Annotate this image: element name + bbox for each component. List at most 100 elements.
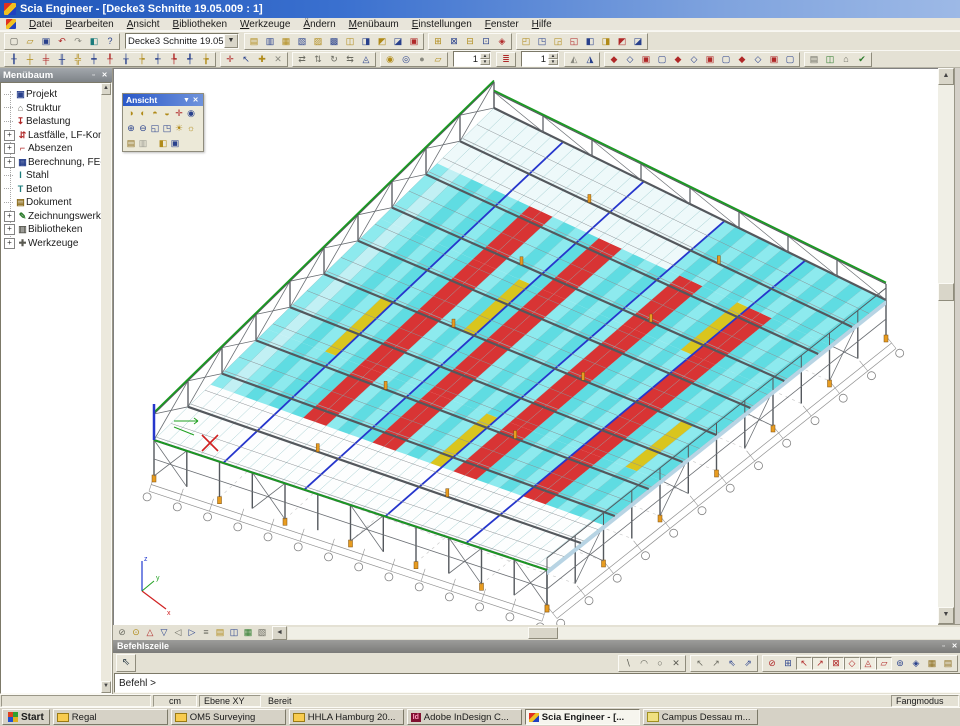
member-tool-11-icon[interactable]: ╄ bbox=[166, 53, 182, 66]
member-tool-12-icon[interactable]: ╃ bbox=[182, 53, 198, 66]
expand-icon[interactable]: + bbox=[4, 143, 15, 154]
document-icon[interactable]: ◪ bbox=[390, 35, 406, 48]
section-clip-2-icon[interactable]: ⊙ bbox=[129, 626, 143, 639]
table-editor-icon[interactable]: ◫ bbox=[342, 35, 358, 48]
pin-icon[interactable]: ▫ bbox=[939, 642, 948, 651]
zoom-in-icon[interactable]: ⊕ bbox=[125, 122, 137, 135]
zoom-selection-icon[interactable]: ◭ bbox=[566, 53, 582, 66]
menu-item-werkzeuge[interactable]: Werkzeuge bbox=[240, 19, 290, 30]
sidebar-item-beton[interactable]: TBeton bbox=[4, 183, 101, 197]
select-prev-icon[interactable]: ⇗ bbox=[740, 657, 756, 670]
sidebar-item-absenzen[interactable]: +⌐Absenzen bbox=[4, 142, 101, 156]
result-display-4-icon[interactable]: ▢ bbox=[654, 53, 670, 66]
activities-icon[interactable]: ▨ bbox=[310, 35, 326, 48]
view-dy-icon[interactable]: ◫ bbox=[227, 626, 241, 639]
report-icon[interactable]: ▣ bbox=[406, 35, 422, 48]
snap-grid-icon[interactable]: ⊞ bbox=[780, 657, 796, 670]
clipping-box-icon[interactable]: ◮ bbox=[582, 53, 598, 66]
axis-view-icon[interactable]: ✛ bbox=[173, 107, 185, 120]
close-icon[interactable]: ✕ bbox=[100, 71, 109, 80]
help-icon[interactable]: ? bbox=[102, 35, 118, 48]
spin-down-icon[interactable]: ▼ bbox=[480, 59, 490, 65]
layers-icon[interactable]: ▧ bbox=[294, 35, 310, 48]
sidebar-item-projekt[interactable]: ▣Projekt bbox=[4, 88, 101, 102]
redo-icon[interactable]: ↷ bbox=[70, 35, 86, 48]
sidebar-item-lastfaelle[interactable]: +⇵Lastfälle, LF-Kombinatior bbox=[4, 129, 101, 143]
expand-icon[interactable]: + bbox=[4, 224, 15, 235]
circle-tool-icon[interactable]: ○ bbox=[652, 657, 668, 670]
spline-tool-icon[interactable]: ◠ bbox=[636, 657, 652, 670]
sidebar-header[interactable]: Menübaum ▫ ✕ bbox=[0, 68, 112, 82]
command-header[interactable]: Befehlszeile ▫ ✕ bbox=[113, 640, 960, 653]
view-preset-8-icon[interactable]: ◪ bbox=[630, 35, 646, 48]
palette-header[interactable]: Ansicht ▼ ✕ bbox=[123, 94, 203, 106]
taskbar-task-regal[interactable]: Regal bbox=[53, 709, 168, 725]
sidebar-item-zeichnungswerkzeuge[interactable]: +✎Zeichnungswerkzeuge bbox=[4, 210, 101, 224]
result-display-3-icon[interactable]: ▣ bbox=[638, 53, 654, 66]
new-document-icon[interactable]: ▢ bbox=[6, 35, 22, 48]
copy-icon[interactable]: ⇅ bbox=[310, 53, 326, 66]
send-back-icon[interactable]: ◎ bbox=[398, 53, 414, 66]
member-tool-10-icon[interactable]: ┽ bbox=[150, 53, 166, 66]
project-settings-icon[interactable]: ▤ bbox=[246, 35, 262, 48]
dot-grid-icon[interactable]: ▦ bbox=[924, 657, 940, 670]
vscroll-track[interactable] bbox=[938, 85, 954, 607]
rotate-icon[interactable]: ↻ bbox=[326, 53, 342, 66]
layer-left-icon[interactable]: ◁ bbox=[171, 626, 185, 639]
line-tool-icon[interactable]: ∖ bbox=[620, 657, 636, 670]
scroll-left-icon[interactable]: ◄ bbox=[272, 626, 287, 640]
sidebar-item-berechnung[interactable]: +▦Berechnung, FE-Netz bbox=[4, 156, 101, 170]
member-tool-1-icon[interactable]: ╂ bbox=[6, 53, 22, 66]
status-snap-mode[interactable]: Fangmodus bbox=[891, 695, 959, 707]
rotate-left-icon[interactable]: ◐ bbox=[137, 107, 149, 120]
scale-factor-stepper[interactable]: 1▲▼ bbox=[453, 51, 491, 67]
bim-toolbox-icon[interactable]: ▩ bbox=[326, 35, 342, 48]
select-poly-icon[interactable]: ⇖ bbox=[724, 657, 740, 670]
taskbar-task-om5-surveying[interactable]: OM5 Surveying bbox=[171, 709, 286, 725]
chevron-down-icon[interactable]: ▼ bbox=[182, 95, 191, 106]
result-display-8-icon[interactable]: ▢ bbox=[718, 53, 734, 66]
image-gallery-icon[interactable]: ◨ bbox=[358, 35, 374, 48]
results-icon[interactable]: ◈ bbox=[494, 35, 510, 48]
result-display-10-icon[interactable]: ◇ bbox=[750, 53, 766, 66]
ansicht-palette[interactable]: Ansicht ▼ ✕ ◑◐◓◒✛◉⊕⊖◱◳☀☼▤▥◧▣ bbox=[122, 93, 204, 152]
taskbar-task-adobe-indesign[interactable]: IdAdobe InDesign C... bbox=[407, 709, 522, 725]
expand-icon[interactable]: + bbox=[4, 211, 15, 222]
solver-icon[interactable]: ⊟ bbox=[462, 35, 478, 48]
snap-endpoint-icon[interactable]: ↖ bbox=[796, 657, 812, 670]
member-tool-8-icon[interactable]: ╁ bbox=[118, 53, 134, 66]
member-tool-7-icon[interactable]: ╀ bbox=[102, 53, 118, 66]
member-tool-6-icon[interactable]: ┿ bbox=[86, 53, 102, 66]
stretch-icon[interactable]: ◬ bbox=[358, 53, 374, 66]
menu-item-datei[interactable]: Datei bbox=[29, 19, 52, 30]
layers-all-icon[interactable]: ≡ bbox=[199, 626, 213, 639]
vscroll-thumb[interactable] bbox=[938, 283, 954, 301]
menu-item-menbaum[interactable]: Menübaum bbox=[349, 19, 399, 30]
command-input[interactable]: Befehl > bbox=[114, 673, 960, 693]
result-display-6-icon[interactable]: ◇ bbox=[686, 53, 702, 66]
new-window-icon[interactable]: ◧ bbox=[86, 35, 102, 48]
expand-icon[interactable]: + bbox=[4, 130, 15, 141]
folder-view-icon[interactable]: ▱ bbox=[430, 53, 446, 66]
view-preset-6-icon[interactable]: ◨ bbox=[598, 35, 614, 48]
member-tool-9-icon[interactable]: ┾ bbox=[134, 53, 150, 66]
result-display-5-icon[interactable]: ◆ bbox=[670, 53, 686, 66]
snap-intersection-icon[interactable]: ⊠ bbox=[828, 657, 844, 670]
result-display-7-icon[interactable]: ▣ bbox=[702, 53, 718, 66]
grid-settings-icon[interactable]: ◈ bbox=[908, 657, 924, 670]
picture-gallery-icon[interactable]: ◫ bbox=[822, 53, 838, 66]
sidebar-item-dokument[interactable]: ▤Dokument bbox=[4, 196, 101, 210]
catalog-icon[interactable]: ▦ bbox=[278, 35, 294, 48]
print-picture-icon[interactable]: ▤ bbox=[806, 53, 822, 66]
snap-arc-icon[interactable]: ◬ bbox=[860, 657, 876, 670]
sidebar-scrollbar[interactable]: ▲ ▼ bbox=[101, 83, 111, 693]
delete-node-icon[interactable]: ✕ bbox=[270, 53, 286, 66]
menu-item-hilfe[interactable]: Hilfe bbox=[532, 19, 552, 30]
layer-down-icon[interactable]: ▽ bbox=[157, 626, 171, 639]
view-dx-icon[interactable]: ▤ bbox=[213, 626, 227, 639]
move-icon[interactable]: ⇄ bbox=[294, 53, 310, 66]
view-preset-2-icon[interactable]: ◳ bbox=[534, 35, 550, 48]
close-icon[interactable]: ✕ bbox=[950, 642, 959, 651]
view-preset-7-icon[interactable]: ◩ bbox=[614, 35, 630, 48]
scroll-up-icon[interactable]: ▲ bbox=[938, 68, 954, 85]
